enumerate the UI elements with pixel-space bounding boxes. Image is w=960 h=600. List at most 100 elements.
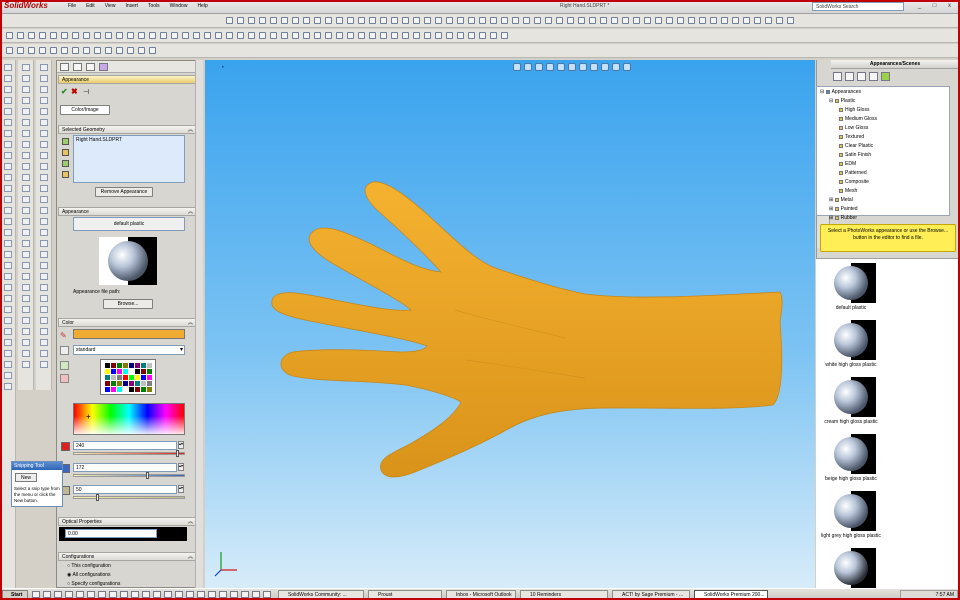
toolbar-button-icon[interactable]	[402, 32, 409, 39]
view-tool-icon[interactable]	[524, 63, 532, 71]
start-button[interactable]: Start	[2, 590, 28, 600]
tool-icon[interactable]	[4, 339, 12, 346]
tool-icon[interactable]	[22, 185, 30, 192]
palette-cell[interactable]	[111, 387, 116, 392]
configurations-header[interactable]: Configurations ︽	[58, 552, 196, 561]
quick-launch-icon[interactable]	[65, 591, 73, 598]
config-option-specify[interactable]: ○ Specify configurations	[67, 581, 120, 587]
filter-part-icon[interactable]	[62, 138, 69, 145]
tool-icon[interactable]	[4, 306, 12, 313]
toolbar-button-icon[interactable]	[358, 17, 365, 24]
toolbar-button-icon[interactable]	[534, 17, 541, 24]
toolbar-button-icon[interactable]	[688, 17, 695, 24]
tool-icon[interactable]	[22, 251, 30, 258]
toolbar-button-icon[interactable]	[61, 47, 68, 54]
palette-cell[interactable]	[141, 363, 146, 368]
snip-new-button[interactable]: New	[15, 473, 37, 482]
toolbar-button-icon[interactable]	[468, 32, 475, 39]
toolbar-button-icon[interactable]	[226, 17, 233, 24]
toolbar-button-icon[interactable]	[479, 17, 486, 24]
tree-item-plastic-type[interactable]: Textured	[839, 134, 864, 140]
selected-item[interactable]: Right Hand.SLDPRT	[76, 137, 122, 143]
toolbar-button-icon[interactable]	[457, 17, 464, 24]
toolbar-button-icon[interactable]	[303, 32, 310, 39]
tool-icon[interactable]	[40, 317, 48, 324]
tool-icon[interactable]	[22, 108, 30, 115]
search-input[interactable]: SolidWorks Search	[812, 2, 904, 11]
folder-icon[interactable]	[869, 72, 878, 81]
tool-icon[interactable]	[40, 339, 48, 346]
color-spectrum[interactable]: +	[73, 403, 185, 435]
color-palette-grid[interactable]	[100, 359, 156, 395]
appearance-thumbnail[interactable]	[826, 434, 876, 474]
appearance-thumbnail[interactable]	[826, 377, 876, 417]
spin-button[interactable]: ▴▾	[178, 463, 184, 471]
toolbar-button-icon[interactable]	[270, 17, 277, 24]
tool-icon[interactable]	[40, 251, 48, 258]
quick-launch-icon[interactable]	[32, 591, 40, 598]
tree-group[interactable]: ⊞ Rubber	[829, 215, 857, 221]
toolbar-button-icon[interactable]	[369, 32, 376, 39]
toolbar-button-icon[interactable]	[171, 32, 178, 39]
tool-icon[interactable]	[22, 86, 30, 93]
tool-icon[interactable]	[22, 273, 30, 280]
tree-item-plastic-type[interactable]: High Gloss	[839, 107, 869, 113]
toolbar-button-icon[interactable]	[116, 47, 123, 54]
tool-icon[interactable]	[4, 262, 12, 269]
forward-icon[interactable]	[845, 72, 854, 81]
taskbar-button[interactable]: ACT! by Sage Premium - ...	[612, 590, 690, 600]
toolbar-button-icon[interactable]	[281, 32, 288, 39]
tool-icon[interactable]	[4, 383, 12, 390]
tool-icon[interactable]	[40, 152, 48, 159]
tool-icon[interactable]	[4, 141, 12, 148]
tool-icon[interactable]	[22, 141, 30, 148]
tool-icon[interactable]	[40, 306, 48, 313]
tool-icon[interactable]	[40, 196, 48, 203]
tool-icon[interactable]	[22, 361, 30, 368]
tool-icon[interactable]	[40, 185, 48, 192]
feature-tree-tab[interactable]	[60, 63, 69, 71]
toolbar-button-icon[interactable]	[490, 32, 497, 39]
palette-cell[interactable]	[123, 381, 128, 386]
ok-icon[interactable]: ✔	[61, 87, 68, 96]
palette-cell[interactable]	[135, 381, 140, 386]
tool-icon[interactable]	[40, 75, 48, 82]
channel-value-field[interactable]: 240	[73, 441, 177, 450]
tool-icon[interactable]	[4, 119, 12, 126]
palette-cell[interactable]	[123, 369, 128, 374]
appearance-gallery[interactable]: default plastic white high gloss plastic c…	[816, 258, 960, 588]
toolbar-button-icon[interactable]	[50, 47, 57, 54]
tree-item-plastic-type[interactable]: Patterned	[839, 170, 867, 176]
tool-icon[interactable]	[4, 251, 12, 258]
menu-view[interactable]: View	[105, 3, 116, 9]
tool-icon[interactable]	[22, 350, 30, 357]
palette-cell[interactable]	[105, 375, 110, 380]
snipping-tool-window[interactable]: Snipping Tool New Select a snip type fro…	[11, 461, 63, 507]
toolbar-button-icon[interactable]	[391, 17, 398, 24]
quick-launch-icon[interactable]	[54, 591, 62, 598]
toolbar-button-icon[interactable]	[446, 17, 453, 24]
quick-launch-icon[interactable]	[76, 591, 84, 598]
toolbar-button-icon[interactable]	[149, 32, 156, 39]
selected-geometry-header[interactable]: Selected Geometry ︽	[58, 125, 196, 134]
toolbar-button-icon[interactable]	[259, 17, 266, 24]
tool-icon[interactable]	[40, 328, 48, 335]
menu-window[interactable]: Window	[170, 3, 188, 9]
toolbar-button-icon[interactable]	[699, 17, 706, 24]
view-tool-icon[interactable]	[612, 63, 620, 71]
toolbar-button-icon[interactable]	[281, 17, 288, 24]
toolbar-button-icon[interactable]	[116, 32, 123, 39]
tool-icon[interactable]	[4, 372, 12, 379]
tool-icon[interactable]	[22, 174, 30, 181]
palette-cell[interactable]	[135, 387, 140, 392]
tool-icon[interactable]	[40, 350, 48, 357]
toolbar-button-icon[interactable]	[105, 32, 112, 39]
toolbar-button-icon[interactable]	[754, 17, 761, 24]
toolbar-button-icon[interactable]	[127, 47, 134, 54]
tool-icon[interactable]	[22, 75, 30, 82]
tool-icon[interactable]	[40, 86, 48, 93]
quick-launch-icon[interactable]	[109, 591, 117, 598]
view-tool-icon[interactable]	[568, 63, 576, 71]
tool-icon[interactable]	[4, 317, 12, 324]
toolbar-button-icon[interactable]	[743, 17, 750, 24]
